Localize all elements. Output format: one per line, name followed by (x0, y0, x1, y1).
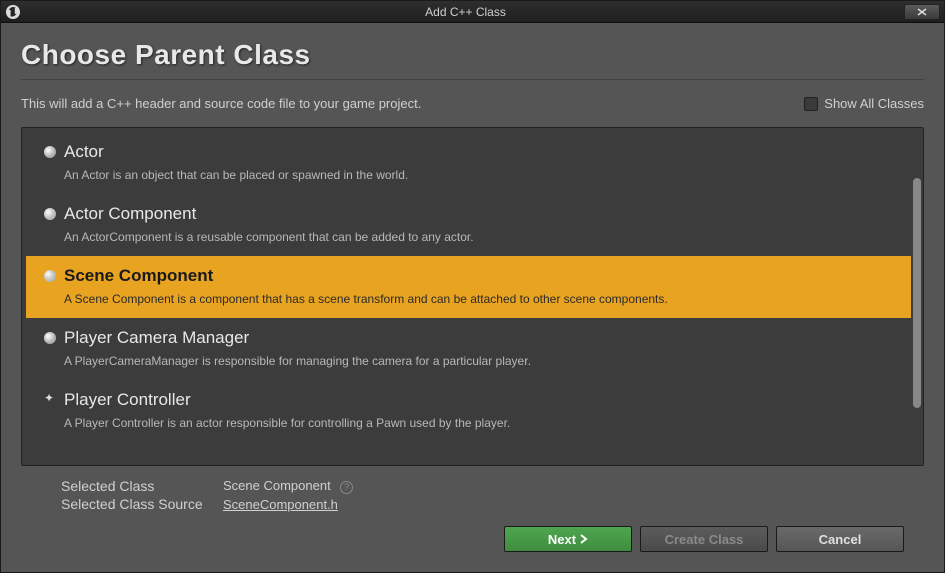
dialog-window: Add C++ Class Choose Parent Class This w… (0, 0, 945, 573)
show-all-classes-checkbox[interactable] (804, 97, 818, 111)
selected-source-label: Selected Class Source (61, 496, 223, 512)
chevron-right-icon (580, 534, 588, 544)
class-item-actor-component[interactable]: Actor Component An ActorComponent is a r… (26, 194, 911, 256)
window-title: Add C++ Class (27, 5, 904, 19)
component-icon (44, 270, 56, 282)
selected-class-text: Scene Component (223, 478, 331, 493)
page-description: This will add a C++ header and source co… (21, 96, 421, 111)
class-item-actor[interactable]: Actor An Actor is an object that can be … (26, 132, 911, 194)
controller-icon (44, 394, 56, 406)
show-all-classes-label: Show All Classes (824, 96, 924, 111)
class-item-scene-component[interactable]: Scene Component A Scene Component is a c… (26, 256, 911, 318)
subheader-row: This will add a C++ header and source co… (21, 96, 924, 111)
component-icon (44, 208, 56, 220)
create-class-button: Create Class (640, 526, 768, 552)
class-item-desc: A PlayerCameraManager is responsible for… (64, 354, 893, 368)
next-button-label: Next (548, 532, 576, 547)
selected-info: Selected Class Scene Component ? Selecte… (61, 478, 904, 512)
class-item-title: Actor (64, 142, 104, 162)
titlebar: Add C++ Class (1, 1, 944, 23)
sphere-icon (44, 146, 56, 158)
footer: Selected Class Scene Component ? Selecte… (21, 466, 924, 558)
class-item-desc: A Player Controller is an actor responsi… (64, 416, 893, 430)
button-row: Next Create Class Cancel (61, 526, 904, 552)
selected-class-label: Selected Class (61, 478, 223, 494)
selected-class-value: Scene Component ? (223, 478, 353, 494)
dialog-content: Choose Parent Class This will add a C++ … (1, 23, 944, 572)
close-button[interactable] (904, 4, 940, 20)
class-item-title: Player Camera Manager (64, 328, 249, 348)
class-item-desc: An Actor is an object that can be placed… (64, 168, 893, 182)
create-class-label: Create Class (665, 532, 744, 547)
class-item-title: Player Controller (64, 390, 191, 410)
class-item-desc: An ActorComponent is a reusable componen… (64, 230, 893, 244)
class-item-title: Scene Component (64, 266, 213, 286)
selected-source-link[interactable]: SceneComponent.h (223, 497, 338, 512)
unreal-logo-icon (5, 4, 21, 20)
page-heading: Choose Parent Class (21, 39, 924, 79)
close-icon (916, 8, 928, 16)
class-item-title: Actor Component (64, 204, 196, 224)
class-list: Actor An Actor is an object that can be … (21, 127, 924, 466)
sphere-icon (44, 332, 56, 344)
show-all-classes-row: Show All Classes (804, 96, 924, 111)
class-item-player-controller[interactable]: Player Controller A Player Controller is… (26, 380, 911, 442)
help-icon[interactable]: ? (340, 481, 353, 494)
cancel-button[interactable]: Cancel (776, 526, 904, 552)
class-list-inner: Actor An Actor is an object that can be … (26, 132, 911, 461)
class-item-player-camera-manager[interactable]: Player Camera Manager A PlayerCameraMana… (26, 318, 911, 380)
cancel-button-label: Cancel (819, 532, 862, 547)
class-item-desc: A Scene Component is a component that ha… (64, 292, 893, 306)
divider (21, 79, 924, 80)
scrollbar[interactable] (913, 178, 921, 408)
next-button[interactable]: Next (504, 526, 632, 552)
